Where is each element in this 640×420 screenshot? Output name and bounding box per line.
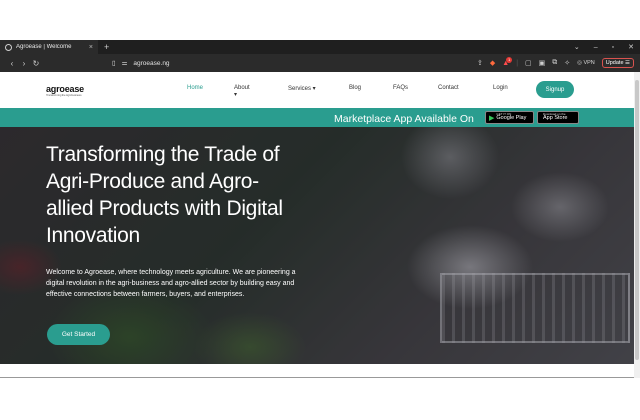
extensions-icon[interactable]: ⧉ (552, 59, 557, 67)
close-tab-icon[interactable]: × (89, 44, 93, 51)
forward-icon[interactable]: › (18, 59, 30, 68)
app-store-label: App Store (543, 115, 568, 122)
notification-count: 1 (506, 56, 513, 63)
google-play-badge[interactable]: ▶ GET IT ON Google Play (485, 111, 534, 124)
bookmark-icon[interactable]: ▯ (112, 59, 116, 67)
browser-tab-bar: Agroease | Welcome × + ⌄ – ▫ ✕ (0, 40, 640, 54)
nav-blog[interactable]: Blog (349, 85, 361, 91)
page-below-hero (0, 364, 634, 378)
update-label: Update (605, 60, 624, 66)
update-button[interactable]: Update ☰ (601, 58, 634, 68)
url-field[interactable]: ▯ ⚌ agroease.ng (112, 59, 170, 68)
bottom-margin (0, 378, 640, 420)
logo-tagline: Transforming the Agri-business (46, 93, 82, 97)
hero-description: Welcome to Agroease, where technology me… (46, 269, 296, 298)
hero-title: Transforming the Trade of Agri-Produce a… (46, 143, 283, 247)
sidebar-icon[interactable]: ▢ (525, 59, 532, 67)
maximize-icon[interactable]: ▫ (612, 44, 614, 51)
marketplace-banner: Marketplace App Available On ▶ GET IT ON… (0, 108, 634, 127)
address-bar: ‹ › ↻ ▯ ⚌ agroease.ng ⇪ ◆ ▲ 1 | ▢ ▣ ⧉ ✧ ◎… (0, 54, 640, 72)
new-tab-button[interactable]: + (104, 42, 109, 52)
url-text[interactable]: agroease.ng (133, 60, 169, 67)
site-logo[interactable]: agroease Transforming the Agri-business (46, 84, 84, 97)
vpn-label: VPN (583, 60, 595, 66)
share-icon[interactable]: ⇪ (477, 59, 483, 67)
play-icon: ▶ (489, 114, 495, 122)
rewards-icon[interactable]: ▲ 1 (502, 56, 513, 67)
minimize-icon[interactable]: – (594, 44, 598, 51)
screenshot-frame: Agroease | Welcome × + ⌄ – ▫ ✕ ‹ › ↻ ▯ ⚌… (0, 0, 640, 420)
window-controls: ⌄ – ▫ ✕ (574, 40, 634, 54)
tab-title: Agroease | Welcome (16, 44, 72, 50)
nav-login[interactable]: Login (493, 85, 508, 91)
wallet-icon[interactable]: ▣ (539, 59, 546, 67)
get-started-button[interactable]: Get Started (47, 324, 110, 345)
globe-icon (5, 43, 12, 51)
vpn-button[interactable]: ◎ VPN (577, 60, 595, 66)
browser-tab[interactable]: Agroease | Welcome × (0, 40, 98, 54)
tab-list-icon[interactable]: ⌄ (574, 43, 580, 51)
google-play-label: Google Play (496, 115, 527, 122)
nav-services[interactable]: Services ▾ (288, 85, 316, 92)
app-store-badge[interactable]: Download on the App Store (537, 111, 579, 124)
banner-text: Marketplace App Available On (334, 113, 474, 125)
toolbar-right: ⇪ ◆ ▲ 1 | ▢ ▣ ⧉ ✧ ◎ VPN Update ☰ (477, 54, 634, 72)
hero-section: Transforming the Trade of Agri-Produce a… (0, 127, 634, 364)
signup-button[interactable]: Signup (536, 81, 574, 98)
site-header: agroease Transforming the Agri-business … (0, 72, 634, 108)
nav-contact[interactable]: Contact (438, 85, 459, 91)
nav-about[interactable]: About ▾ (234, 85, 250, 98)
top-margin (0, 0, 640, 40)
back-icon[interactable]: ‹ (6, 59, 18, 68)
leo-icon[interactable]: ✧ (564, 59, 570, 67)
divider: | (516, 59, 519, 67)
close-window-icon[interactable]: ✕ (628, 43, 634, 51)
reload-icon[interactable]: ↻ (30, 59, 42, 68)
nav-faqs[interactable]: FAQs (393, 85, 408, 91)
scrollbar[interactable] (634, 72, 640, 378)
site-settings-icon[interactable]: ⚌ (122, 59, 128, 67)
nav-home[interactable]: Home (187, 85, 203, 91)
brave-shield-icon[interactable]: ◆ (490, 59, 495, 67)
scrollbar-thumb[interactable] (635, 80, 639, 360)
